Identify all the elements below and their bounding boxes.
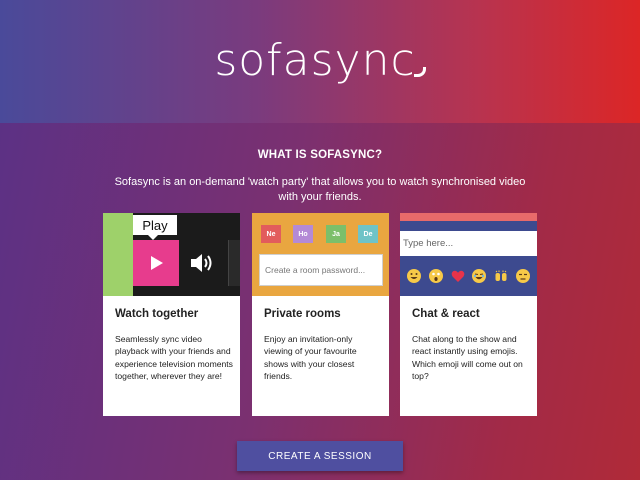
private-rooms-illustration: Ne Ho Ja De Create a room password... xyxy=(252,213,389,296)
logo-text: sofasync xyxy=(214,35,416,86)
play-tooltip: Play xyxy=(133,215,177,235)
unamused-emoji-icon xyxy=(516,269,531,283)
user-tag: De xyxy=(358,225,378,243)
laughing-emoji-icon xyxy=(472,269,487,283)
room-password-field: Create a room password... xyxy=(259,254,383,286)
card-title: Private rooms xyxy=(264,308,341,320)
user-tag: Ne xyxy=(261,225,281,243)
section-title: WHAT IS SOFASYNC? xyxy=(257,149,383,161)
astonished-emoji-icon xyxy=(428,269,443,283)
create-session-button[interactable]: CREATE A SESSION xyxy=(237,441,403,471)
video-strip xyxy=(228,240,240,286)
raised-hands-icon xyxy=(495,270,507,281)
card-description: Enjoy an invitation-only viewing of your… xyxy=(264,334,357,382)
chat-header-bar xyxy=(400,213,537,221)
card-title: Watch together xyxy=(115,308,199,320)
play-icon xyxy=(133,240,179,286)
grinning-emoji-icon xyxy=(406,269,421,283)
chat-react-illustration: Type here... xyxy=(400,213,537,296)
chat-input-field: Type here... xyxy=(400,231,537,256)
feature-card-watch-together: Play Watch together Seamlessly sync vide… xyxy=(103,213,240,416)
feature-card-chat-react: Type here... Chat & react Chat along to … xyxy=(400,213,537,416)
user-tag: Ja xyxy=(326,225,346,243)
intro-text: Sofasync is an on-demand 'watch party' t… xyxy=(114,176,526,203)
chat-toolbar xyxy=(400,221,537,231)
hero-banner: sofasync xyxy=(0,0,640,123)
card-title: Chat & react xyxy=(412,308,480,320)
emoji-bar xyxy=(400,256,537,296)
heart-icon xyxy=(451,270,464,282)
watch-together-illustration: Play xyxy=(103,213,240,296)
feature-card-private-rooms: Ne Ho Ja De Create a room password... Pr… xyxy=(252,213,389,416)
volume-icon xyxy=(191,254,212,272)
logo[interactable]: sofasync xyxy=(214,35,426,86)
user-tag: Ho xyxy=(293,225,313,243)
logo-tail-mark xyxy=(413,67,426,77)
card-description: Chat along to the show and react instant… xyxy=(412,334,523,382)
card-description: Seamlessly sync video playback with your… xyxy=(115,334,233,382)
